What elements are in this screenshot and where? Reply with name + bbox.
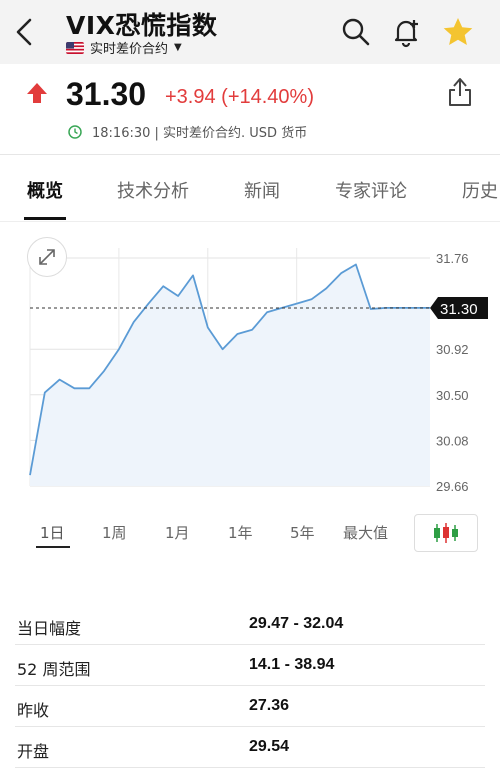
chart-svg: 31.7630.9230.5030.0829.6616:2016:5017:20… (29, 248, 488, 494)
range-1d[interactable]: 1日 (40, 522, 65, 543)
tab-news[interactable]: 新闻 (244, 177, 280, 203)
stat-label: 昨收 (17, 701, 50, 720)
us-flag-icon (66, 41, 84, 54)
tab-expert-comments[interactable]: 专家评论 (335, 177, 407, 203)
expand-chart-button[interactable] (27, 237, 67, 277)
stat-row-day-range: 当日幅度 29.47 - 32.04 (15, 604, 485, 645)
range-1m[interactable]: 1月 (165, 522, 190, 543)
range-max[interactable]: 最大值 (343, 522, 388, 543)
tab-history[interactable]: 历史 (462, 177, 498, 203)
last-price: 31.30 (66, 76, 147, 112)
stat-row-open: 开盘 29.54 (15, 727, 485, 768)
quote-panel: 31.30 +3.94 (+14.40%) 18:16:30 | 实时差价合约.… (0, 64, 500, 154)
time-range-selector: 1日 1周 1月 1年 5年 最大值 (0, 510, 500, 554)
add-alert-icon[interactable] (390, 16, 422, 48)
quote-time-text: 18:16:30 | 实时差价合约. USD 货币 (92, 126, 308, 141)
app-header: VIX恐慌指数 实时差价合约 ▼ (0, 0, 500, 64)
y-tick-label: 29.66 (436, 479, 469, 494)
stat-label: 开盘 (17, 742, 50, 761)
star-icon[interactable] (442, 16, 474, 48)
range-5y[interactable]: 5年 (290, 522, 315, 543)
y-tick-label: 30.50 (436, 388, 469, 403)
section-tabs: 概览 技术分析 新闻 专家评论 历史 (0, 154, 500, 222)
price-chart[interactable]: 31.7630.9230.5030.0829.6616:2016:5017:20… (0, 220, 500, 510)
stat-value: 14.1 - 38.94 (249, 656, 335, 673)
share-icon[interactable] (446, 76, 474, 108)
stat-row-prev-close: 昨收 27.36 (15, 686, 485, 727)
stat-row-52w-range: 52 周范围 14.1 - 38.94 (15, 645, 485, 686)
tab-technical[interactable]: 技术分析 (117, 177, 189, 203)
candlestick-icon (434, 523, 458, 543)
back-icon[interactable] (10, 14, 40, 50)
y-tick-label: 30.08 (436, 433, 469, 448)
arrow-up-icon (27, 83, 47, 103)
chevron-down-icon: ▼ (174, 42, 182, 53)
series-area (30, 264, 430, 486)
current-price-label: 31.30 (440, 301, 478, 318)
price-change: +3.94 (+14.40%) (165, 86, 314, 108)
y-tick-label: 31.76 (436, 251, 469, 266)
instrument-title: VIX恐慌指数 (66, 11, 218, 40)
quote-time-info: 18:16:30 | 实时差价合约. USD 货币 (68, 122, 307, 141)
range-1y[interactable]: 1年 (228, 522, 253, 543)
stat-label: 当日幅度 (17, 619, 82, 638)
expand-icon (39, 249, 55, 265)
stat-value: 27.36 (249, 697, 290, 714)
stats-table: 当日幅度 29.47 - 32.04 52 周范围 14.1 - 38.94 昨… (15, 604, 485, 768)
stat-value: 29.54 (249, 738, 290, 755)
candlestick-toggle-button[interactable] (414, 514, 478, 552)
clock-icon (68, 124, 82, 139)
active-range-indicator (36, 546, 70, 548)
y-tick-label: 30.92 (436, 342, 469, 357)
instrument-type-label: 实时差价合约 (90, 42, 169, 57)
search-icon[interactable] (340, 16, 372, 48)
tab-overview[interactable]: 概览 (27, 177, 63, 203)
range-1w[interactable]: 1周 (102, 522, 127, 543)
stat-value: 29.47 - 32.04 (249, 615, 344, 632)
stat-label: 52 周范围 (17, 660, 91, 679)
instrument-type-selector[interactable]: 实时差价合约 ▼ (66, 38, 182, 57)
